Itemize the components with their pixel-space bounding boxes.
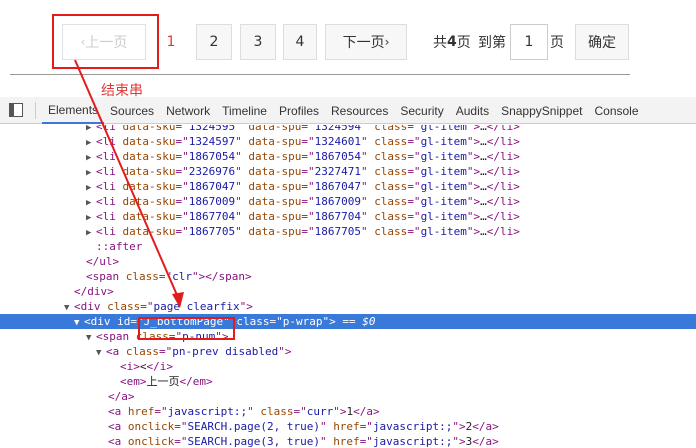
devtools-tab-bar: Elements Sources Network Timeline Profiles Re…	[0, 97, 696, 124]
next-page-label: 下一页	[342, 35, 385, 51]
li-sku: 1867054	[188, 150, 236, 163]
pagination-bar: ‹ 上一页 1 2 3 4 下一页 › 共4页 到第 页 确定	[0, 0, 696, 75]
span-clr-row[interactable]: <span class="clr"></span>	[0, 269, 696, 284]
onclick-3-value: SEARCH.page(3, true)	[187, 435, 320, 448]
tab-audits[interactable]: Audits	[450, 97, 495, 124]
prev-i-row[interactable]: <i><</i>	[0, 359, 696, 374]
tab-separator	[35, 102, 36, 119]
li-item-row[interactable]: ▶ <li data-sku="1867009" data-spu="186700…	[0, 194, 696, 209]
li-sku: 1867705	[188, 225, 236, 238]
li-class: gl-item	[420, 125, 467, 133]
current-page[interactable]: 1	[161, 24, 181, 60]
tab-snappysnippet[interactable]: SnappySnippet	[495, 97, 588, 124]
goto-page-input[interactable]	[510, 24, 548, 60]
total-count: 4	[447, 34, 457, 50]
bottom-page-row-selected[interactable]: ▼ <div id="J_bottomPage" class="p-wrap"> …	[0, 314, 696, 329]
li-sku: 2326976	[188, 165, 236, 178]
li-sku: 1867704	[188, 210, 236, 223]
divider	[10, 74, 630, 75]
li-spu: 1867705	[314, 225, 361, 238]
dollar-ref: == $0	[342, 315, 376, 328]
total-prefix: 共	[433, 35, 447, 51]
prev-anchor-row[interactable]: ▼ <a class="pn-prev disabled">	[0, 344, 696, 359]
bottom-id-value: J_bottomPage	[143, 315, 224, 328]
li-spu: 2327471	[314, 165, 361, 178]
li-sku: 1867009	[188, 195, 236, 208]
next-page-button[interactable]: 下一页 ›	[325, 24, 407, 60]
ul-close-tag: </ul>	[86, 255, 120, 268]
tab-security[interactable]: Security	[394, 97, 449, 124]
li-class: gl-item	[420, 180, 467, 193]
after-pseudo: ::after	[96, 240, 143, 253]
tab-console[interactable]: Console	[588, 97, 644, 124]
li-spu: 1324601	[314, 135, 361, 148]
curr-href-value: javascript:;	[167, 405, 248, 418]
li-item-row[interactable]: ▶ <li data-sku="1867705" data-spu="186770…	[0, 224, 696, 239]
li-class: gl-item	[420, 135, 467, 148]
page-4-button[interactable]: 4	[283, 24, 317, 60]
tab-profiles[interactable]: Profiles	[273, 97, 325, 124]
li-item-row[interactable]: ▶ <li data-sku="1324597" data-spu="132460…	[0, 134, 696, 149]
tab-resources[interactable]: Resources	[325, 97, 394, 124]
li-sku: 1324595	[188, 125, 236, 133]
prev-em-text: 上一页	[146, 375, 180, 388]
tab-sources[interactable]: Sources	[104, 97, 160, 124]
li-item-row[interactable]: ▶ <li data-sku="1324595" data-spu="132459…	[0, 125, 696, 134]
li-sku: 1867047	[188, 180, 236, 193]
page3-anchor-row[interactable]: <a onclick="SEARCH.page(3, true)" href="…	[0, 434, 696, 448]
prev-i-text: <	[139, 360, 147, 373]
prev-page-label: 上一页	[85, 35, 128, 51]
li-spu: 1867009	[314, 195, 361, 208]
bottom-class-value: p-wrap	[282, 315, 323, 328]
onclick-2-value: SEARCH.page(2, true)	[187, 420, 320, 433]
li-item-row[interactable]: ▶ <li data-sku="1867047" data-spu="186704…	[0, 179, 696, 194]
prev-page-button[interactable]: ‹ 上一页	[62, 24, 146, 60]
li-class: gl-item	[420, 225, 467, 238]
ul-close-row[interactable]: </ul>	[0, 254, 696, 269]
clr-class-value: clr	[172, 270, 192, 283]
page-2-button[interactable]: 2	[196, 24, 232, 60]
after-pseudo-row[interactable]: ::after	[0, 239, 696, 254]
curr-class-value: curr	[306, 405, 334, 418]
goto-suffix: 页	[550, 35, 564, 51]
prev-class-value: pn-prev disabled	[172, 345, 279, 358]
page-div-class: page clearfix	[153, 300, 240, 313]
li-item-row[interactable]: ▶ <li data-sku="1867054" data-spu="186705…	[0, 149, 696, 164]
goto-label: 到第	[478, 35, 506, 51]
page-3-button[interactable]: 3	[240, 24, 276, 60]
span-class-value: p-num	[182, 330, 216, 343]
li-spu: 1867054	[314, 150, 361, 163]
li-class: gl-item	[420, 210, 467, 223]
li-spu: 1867047	[314, 180, 361, 193]
elements-tree: ▶ <li data-sku="1324595" data-spu="132459…	[0, 125, 696, 448]
devtools-tabs: Elements Sources Network Timeline Profiles Re…	[42, 97, 645, 124]
href-2-value: javascript:;	[372, 420, 453, 433]
div-close-tag: </div>	[74, 285, 114, 298]
total-suffix: 页	[456, 35, 471, 51]
confirm-button[interactable]: 确定	[575, 24, 629, 60]
span-pnum-row[interactable]: ▼ <span class="p-num">	[0, 329, 696, 344]
prev-em-row[interactable]: <em>上一页</em>	[0, 374, 696, 389]
dock-side-icon[interactable]	[9, 103, 23, 117]
tab-network[interactable]: Network	[160, 97, 216, 124]
devtools-panel: Elements Sources Network Timeline Profiles Re…	[0, 97, 696, 448]
li-item-row[interactable]: ▶ <li data-sku="2326976" data-spu="232747…	[0, 164, 696, 179]
page-div-row[interactable]: ▼ <div class="page clearfix">	[0, 299, 696, 314]
chevron-right-icon: ›	[384, 35, 390, 49]
li-class: gl-item	[420, 150, 467, 163]
href-3-value: javascript:;	[372, 435, 453, 448]
curr-anchor-row[interactable]: <a href="javascript:;" class="curr">1</a…	[0, 404, 696, 419]
li-spu: 1867704	[314, 210, 361, 223]
prev-anchor-close-row[interactable]: </a>	[0, 389, 696, 404]
page2-anchor-row[interactable]: <a onclick="SEARCH.page(2, true)" href="…	[0, 419, 696, 434]
tab-timeline[interactable]: Timeline	[216, 97, 273, 124]
div-close-row[interactable]: </div>	[0, 284, 696, 299]
li-item-row[interactable]: ▶ <li data-sku="1867704" data-spu="186770…	[0, 209, 696, 224]
li-sku: 1324597	[188, 135, 236, 148]
li-class: gl-item	[420, 165, 467, 178]
total-pages-text: 共4页	[433, 24, 471, 60]
li-spu: 1324594	[314, 125, 361, 133]
tab-elements[interactable]: Elements	[42, 97, 105, 124]
li-class: gl-item	[420, 195, 467, 208]
